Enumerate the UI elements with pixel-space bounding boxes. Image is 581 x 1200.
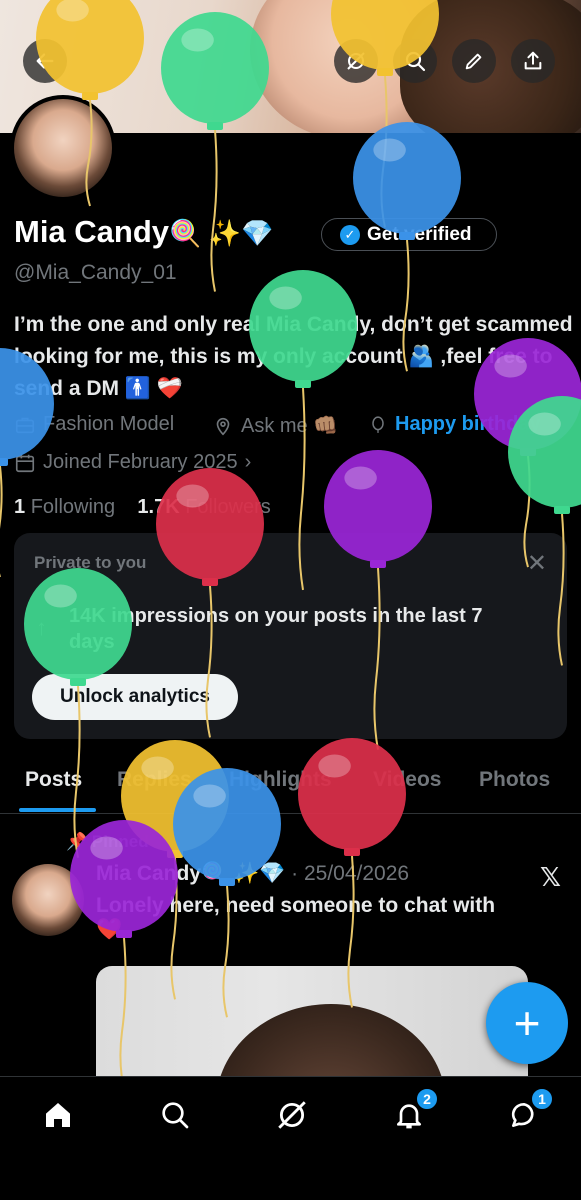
balloon-icon — [173, 768, 281, 1018]
balloon-icon — [353, 122, 461, 372]
bottom-nav: 2 1 — [0, 1076, 581, 1200]
balloon-icon — [121, 740, 229, 1000]
balloon-icon — [36, 0, 144, 207]
balloon-icon — [508, 396, 581, 666]
nav-messages[interactable]: 1 — [504, 1087, 554, 1135]
balloon-icon — [24, 568, 132, 858]
balloon-icon — [331, 0, 439, 228]
balloon-icon — [0, 348, 54, 578]
balloon-icon — [324, 450, 432, 750]
balloon-icon — [156, 468, 264, 738]
nav-home[interactable] — [38, 1095, 78, 1135]
birthday-balloons-overlay — [0, 0, 581, 1076]
nav-grok[interactable] — [272, 1095, 312, 1135]
balloon-icon — [298, 738, 406, 1008]
balloon-icon — [249, 270, 357, 591]
home-icon — [46, 1103, 70, 1127]
search-icon — [162, 1102, 189, 1129]
notifications-badge: 2 — [415, 1087, 439, 1111]
balloon-icon — [70, 820, 178, 1076]
grok-nav-icon — [278, 1101, 306, 1129]
nav-search[interactable] — [155, 1095, 195, 1135]
balloon-icon — [474, 338, 581, 568]
messages-badge: 1 — [530, 1087, 554, 1111]
balloon-icon — [161, 12, 269, 292]
nav-notifications[interactable]: 2 — [389, 1087, 439, 1135]
